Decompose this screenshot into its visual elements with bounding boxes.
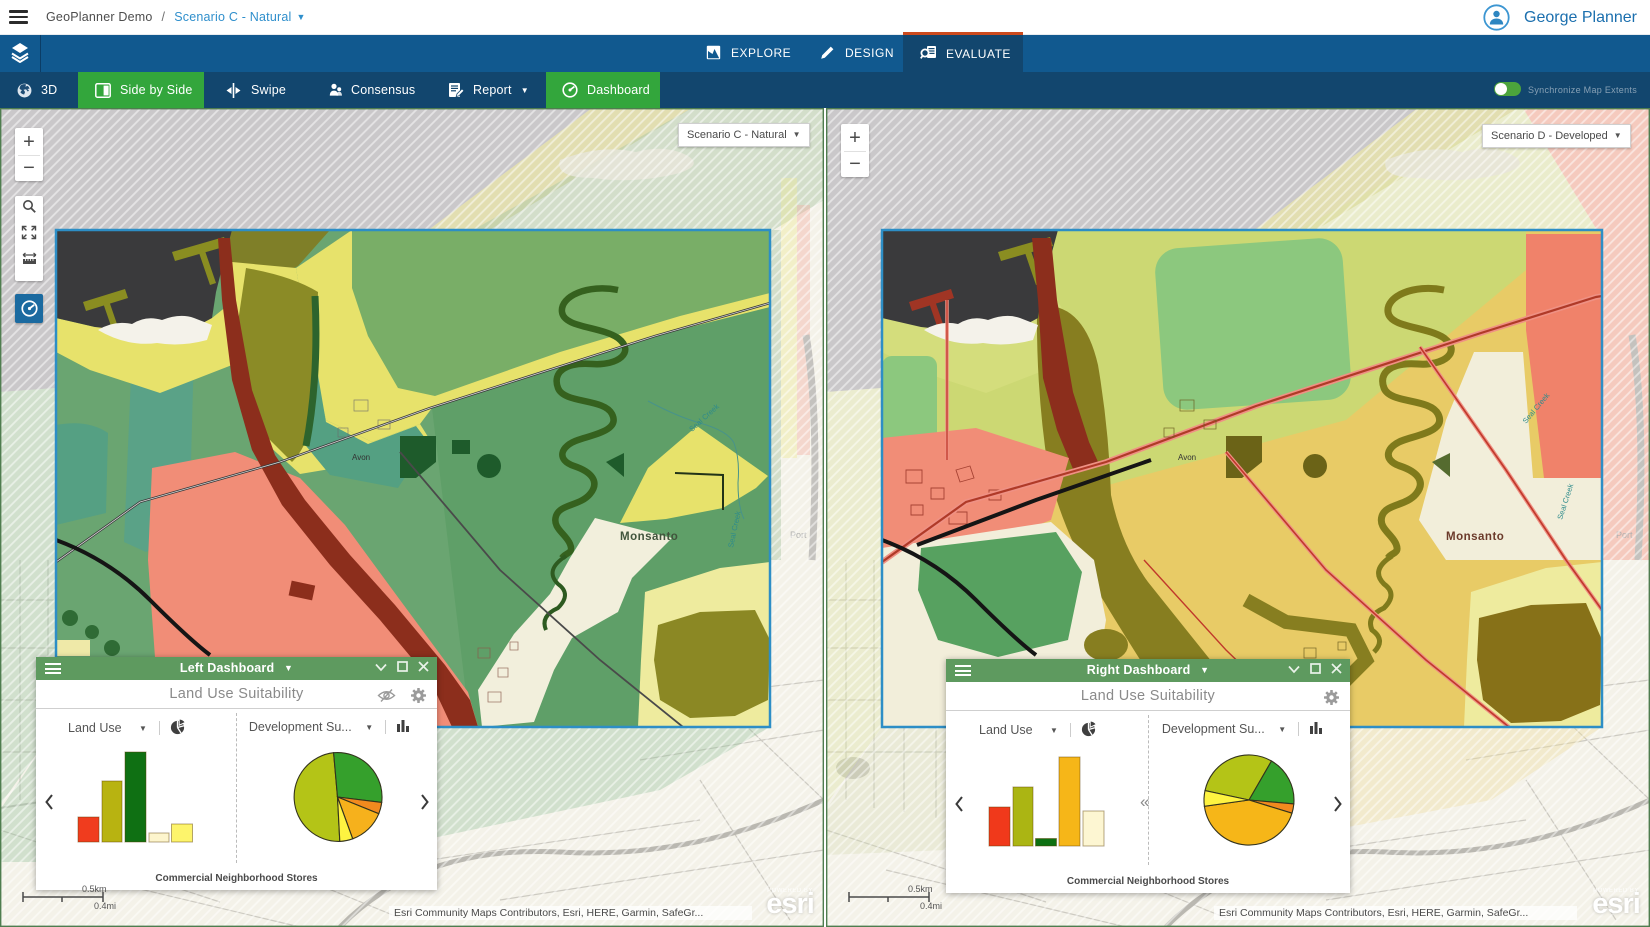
svg-text:Monsanto: Monsanto [620,531,678,543]
svg-text:Avon: Avon [1178,453,1196,462]
svg-text:Avon: Avon [352,453,370,462]
svg-text:Monsanto: Monsanto [1446,531,1504,543]
